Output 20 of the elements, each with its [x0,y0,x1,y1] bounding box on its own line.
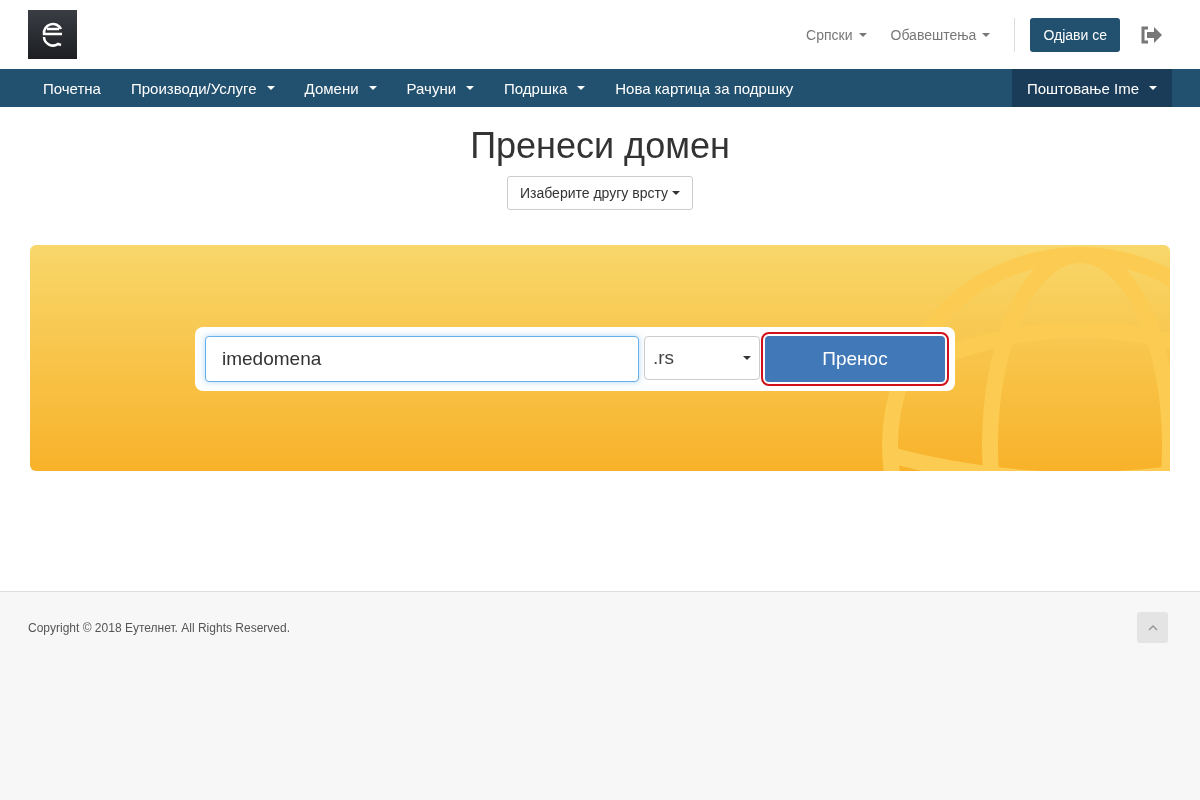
caret-icon [672,191,680,195]
chevron-up-icon [1147,624,1158,631]
nav-item[interactable]: Рачуни [391,69,490,107]
nav-item[interactable]: Нова картица за подршку [600,69,809,107]
caret-icon [743,356,751,360]
domain-input[interactable]: imedomena [205,336,639,382]
logout-button[interactable]: Одјави се [1030,17,1120,52]
logo-icon[interactable] [28,10,77,59]
header-link[interactable]: Српски [806,26,867,43]
tld-select[interactable]: .rs [644,336,760,380]
user-menu[interactable]: Поштовање Ime [1011,69,1172,107]
page-title: Пренеси домен [470,125,730,167]
type-dropdown[interactable]: Изаберите другу врсту [506,176,693,210]
header-link[interactable]: Обавештења [890,26,991,43]
nav-item[interactable]: Почетна [28,69,116,107]
nav-item[interactable]: Домени [289,69,392,107]
nav-item[interactable]: Подршка [489,69,601,107]
copyright-text: Copyright © 2018 Еутелнет. All Rights Reserved. [28,621,290,635]
logout-icon[interactable] [1140,25,1162,44]
nav-item[interactable]: Производи/Услуге [115,69,290,107]
